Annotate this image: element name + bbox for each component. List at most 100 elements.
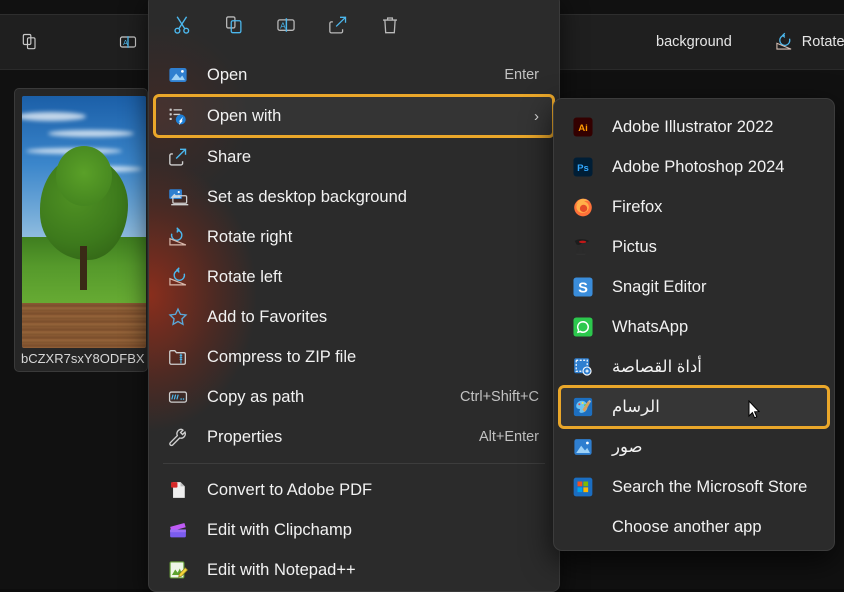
menu-item-rotate-right-label: Rotate right (207, 227, 293, 246)
submenu-item-search-microsoft-store[interactable]: Search the Microsoft Store (560, 467, 828, 507)
context-menu-items: Open Enter Open with › Share Set as desk… (149, 55, 559, 590)
rotate-right-icon (169, 227, 187, 246)
svg-text:A: A (280, 21, 286, 30)
menu-item-add-to-favorites[interactable]: Add to Favorites (155, 297, 553, 337)
copy-icon (22, 33, 36, 50)
menu-separator (163, 463, 545, 464)
menu-item-open-accel: Enter (504, 67, 539, 83)
menu-item-edit-with-clipchamp[interactable]: Edit with Clipchamp (155, 510, 553, 550)
star-icon (168, 307, 188, 326)
menu-item-share[interactable]: Share (155, 137, 553, 177)
submenu-item-photos[interactable]: صور (560, 427, 828, 467)
menu-item-properties-label: Properties (207, 427, 283, 446)
submenu-item-search-microsoft-store-label: Search the Microsoft Store (612, 477, 808, 496)
submenu-item-snagit-editor-label: Snagit Editor (612, 277, 707, 296)
menu-item-set-as-desktop-background-label: Set as desktop background (207, 187, 407, 206)
svg-text:Ai: Ai (578, 123, 588, 134)
menu-item-add-to-favorites-label: Add to Favorites (207, 307, 328, 326)
chevron-right-icon: › (534, 107, 539, 125)
menu-item-copy-as-path[interactable]: Copy as path Ctrl+Shift+C (155, 377, 553, 417)
toolbar-background-label: background (656, 34, 732, 50)
paint-icon (573, 397, 593, 417)
svg-text:A: A (123, 39, 128, 47)
wrench-icon (169, 428, 186, 447)
menu-item-open-with[interactable]: Open with › (153, 94, 555, 138)
menu-item-edit-with-clipchamp-label: Edit with Clipchamp (207, 520, 352, 539)
toolbar-set-background-button[interactable]: background (648, 28, 740, 56)
rename-icon[interactable]: A (275, 14, 297, 36)
photos-icon (574, 439, 592, 455)
copy-path-icon (168, 391, 188, 403)
submenu-item-whatsapp[interactable]: WhatsApp (560, 307, 828, 347)
submenu-item-adobe-illustrator-label: Adobe Illustrator 2022 (612, 117, 774, 136)
submenu-item-choose-another-app-label: Choose another app (612, 517, 762, 536)
rename-icon: A (119, 36, 137, 48)
share-icon (169, 148, 187, 166)
photos-icon (169, 68, 187, 82)
menu-item-share-label: Share (207, 147, 252, 166)
menu-item-rotate-left[interactable]: Rotate left (155, 257, 553, 297)
submenu-item-photos-label: صور (612, 438, 643, 456)
menu-item-convert-to-adobe-pdf-label: Convert to Adobe PDF (207, 480, 373, 499)
submenu-item-snipping-tool-label: أداة القصاصة (612, 358, 702, 376)
submenu-item-firefox[interactable]: Firefox (560, 187, 828, 227)
submenu-item-snagit-editor[interactable]: S Snagit Editor (560, 267, 828, 307)
rotate-left-icon (776, 32, 792, 50)
menu-item-convert-to-adobe-pdf[interactable]: Convert to Adobe PDF (155, 470, 553, 510)
zip-folder-icon (169, 350, 186, 365)
copy-icon[interactable] (223, 14, 245, 36)
menu-item-copy-as-path-label: Copy as path (207, 387, 305, 406)
menu-item-compress-to-zip[interactable]: Compress to ZIP file (155, 337, 553, 377)
menu-item-open[interactable]: Open Enter (155, 55, 553, 95)
submenu-item-snipping-tool[interactable]: أداة القصاصة (560, 347, 828, 387)
menu-item-set-as-desktop-background[interactable]: Set as desktop background (155, 177, 553, 217)
svg-text:Ps: Ps (577, 163, 589, 174)
whatsapp-icon (573, 317, 593, 337)
menu-item-properties-accel: Alt+Enter (478, 429, 539, 445)
rotate-left-icon (169, 267, 187, 286)
submenu-item-firefox-label: Firefox (612, 197, 663, 216)
submenu-item-pictus-label: Pictus (612, 237, 657, 256)
share-icon[interactable] (327, 14, 349, 36)
file-thumbnail-tile[interactable]: bCZXR7sxY8ODFBX (14, 88, 148, 372)
submenu-item-whatsapp-label: WhatsApp (612, 317, 689, 336)
toolbar-rotate-left-button[interactable]: Rotate left (766, 26, 844, 58)
menu-item-open-label: Open (207, 65, 248, 84)
menu-item-copy-as-path-accel: Ctrl+Shift+C (460, 389, 539, 405)
context-menu: A Open Enter Open with › Share Set as de… (148, 0, 560, 592)
menu-item-rotate-right[interactable]: Rotate right (155, 217, 553, 257)
submenu-item-adobe-photoshop-label: Adobe Photoshop 2024 (612, 157, 785, 176)
toolbar-rename-button[interactable]: A (110, 26, 146, 58)
submenu-item-pictus[interactable]: Pictus (560, 227, 828, 267)
clipchamp-icon (170, 523, 186, 538)
submenu-item-adobe-illustrator[interactable]: Ai Adobe Illustrator 2022 (560, 107, 828, 147)
open-with-icon (169, 108, 186, 126)
thumbnail-filename: bCZXR7sxY8ODFBX (21, 351, 145, 366)
toolbar-copy-button[interactable] (12, 26, 48, 58)
snagit-icon: S (573, 277, 593, 297)
context-menu-header-actions: A (149, 0, 559, 55)
adobe-pdf-icon (171, 482, 185, 498)
svg-text:S: S (578, 281, 588, 297)
microsoft-store-icon (573, 477, 593, 497)
menu-item-rotate-left-label: Rotate left (207, 267, 283, 286)
pictus-icon (574, 239, 590, 255)
menu-item-edit-with-notepadpp-label: Edit with Notepad++ (207, 560, 356, 579)
adobe-illustrator-icon: Ai (573, 117, 593, 137)
submenu-item-paint[interactable]: الرسام (558, 385, 830, 429)
menu-item-edit-with-notepadpp[interactable]: Edit with Notepad++ (155, 550, 553, 590)
menu-item-compress-to-zip-label: Compress to ZIP file (207, 347, 357, 366)
toolbar-rotate-left-label: Rotate left (801, 34, 844, 50)
menu-item-properties[interactable]: Properties Alt+Enter (155, 417, 553, 457)
snipping-tool-icon (574, 358, 592, 376)
submenu-item-choose-another-app[interactable]: Choose another app (560, 507, 828, 547)
notepadpp-icon (169, 561, 189, 579)
firefox-icon (574, 198, 592, 217)
submenu-item-paint-label: الرسام (612, 398, 660, 416)
scissors-icon[interactable] (171, 14, 193, 36)
submenu-item-adobe-photoshop[interactable]: Ps Adobe Photoshop 2024 (560, 147, 828, 187)
desktop-background-icon (169, 189, 189, 206)
trash-icon[interactable] (379, 14, 401, 36)
adobe-photoshop-icon: Ps (573, 157, 593, 177)
open-with-submenu: Ai Adobe Illustrator 2022 Ps Adobe Photo… (553, 98, 835, 551)
